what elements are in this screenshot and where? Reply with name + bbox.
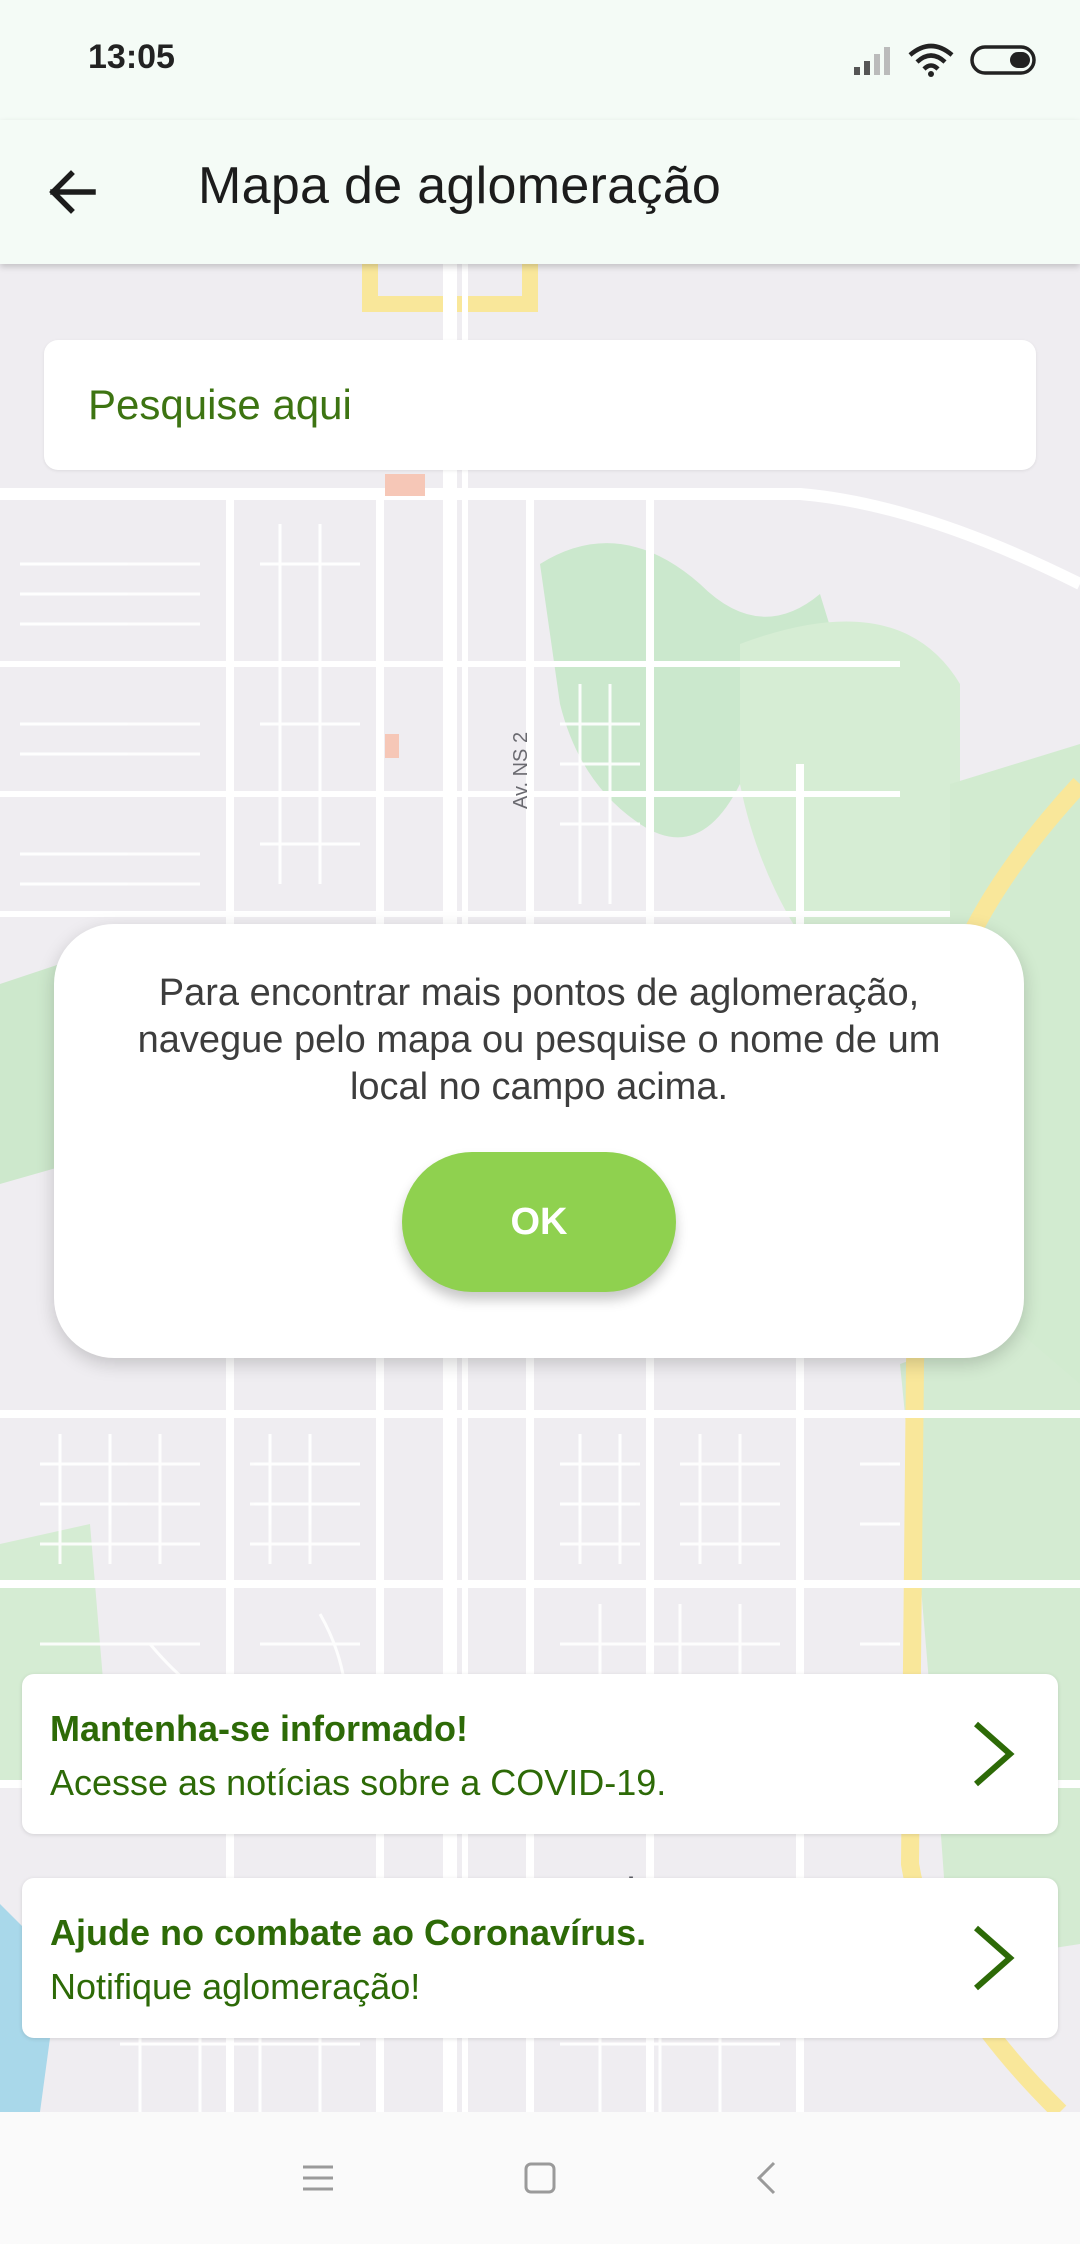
home-button[interactable] [510, 2148, 570, 2208]
news-card-title: Mantenha-se informado! [50, 1708, 469, 1749]
info-dialog: Para encontrar mais pontos de aglomeraçã… [54, 924, 1024, 1358]
notify-card[interactable]: Ajude no combate ao Coronavírus. Notifiq… [22, 1878, 1058, 2038]
map-street-label: Av. NS 2 [510, 731, 532, 809]
status-time: 13:05 [88, 38, 175, 76]
wifi-icon [908, 43, 954, 77]
signal-icon [854, 47, 890, 75]
arrow-left-icon [49, 170, 96, 214]
status-bar: 13:05 [0, 0, 1080, 120]
battery-icon [970, 45, 1036, 75]
square-icon [524, 2162, 556, 2194]
chevron-right-icon [974, 1925, 1015, 1991]
news-card[interactable]: Mantenha-se informado! Acesse as notícia… [22, 1674, 1058, 1834]
menu-icon [303, 2165, 333, 2191]
chevron-right-icon [974, 1721, 1015, 1787]
notify-card-title: Ajude no combate ao Coronavírus. [50, 1912, 647, 1953]
recents-button[interactable] [288, 2148, 348, 2208]
status-icons [852, 40, 1040, 80]
news-card-subtitle: Acesse as notícias sobre a COVID-19. [50, 1762, 667, 1803]
search-box[interactable] [44, 340, 1036, 470]
nav-back-button[interactable] [736, 2148, 796, 2208]
chevron-left-icon [756, 2161, 776, 2195]
app-bar: Mapa de aglomeração [0, 120, 1080, 264]
ok-button[interactable]: OK [402, 1152, 676, 1292]
system-nav-bar [0, 2112, 1080, 2244]
search-input[interactable] [88, 340, 988, 470]
page-title: Mapa de aglomeração [198, 157, 722, 215]
back-button[interactable] [30, 150, 114, 234]
notify-card-subtitle: Notifique aglomeração! [50, 1966, 421, 2007]
dialog-message: Para encontrar mais pontos de aglomeraçã… [137, 972, 941, 1108]
